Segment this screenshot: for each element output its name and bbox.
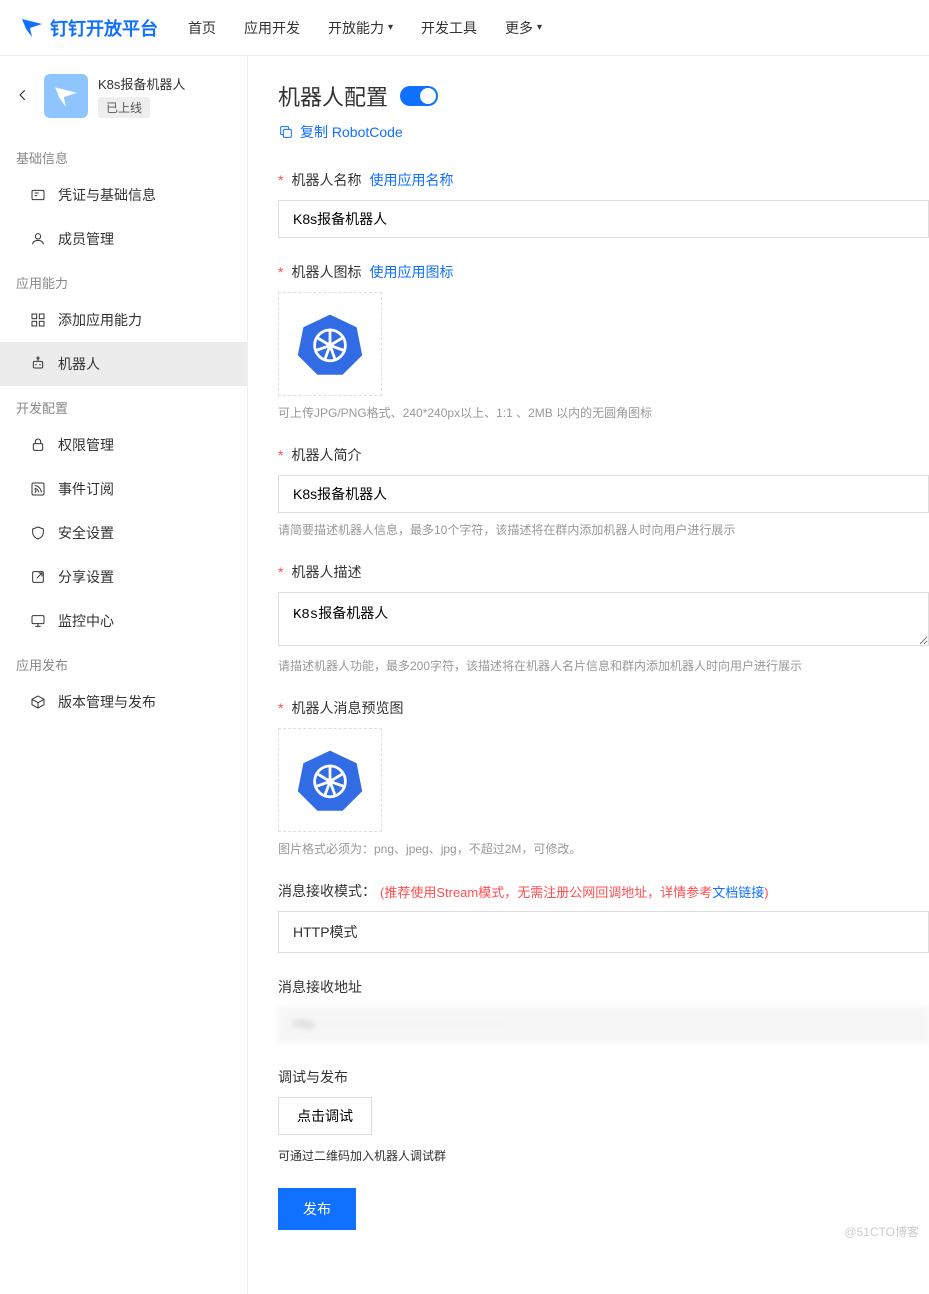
app-status-badge: 已上线 xyxy=(98,97,150,118)
dingtalk-icon xyxy=(20,16,44,40)
grid-icon xyxy=(30,312,46,328)
sidebar-item-label: 版本管理与发布 xyxy=(58,692,156,712)
sidebar-item-perm[interactable]: 权限管理 xyxy=(0,423,247,467)
sidebar-item-version[interactable]: 版本管理与发布 xyxy=(0,680,247,724)
sidebar-item-label: 成员管理 xyxy=(58,229,114,249)
robot-desc-label: 机器人描述 xyxy=(291,562,361,582)
robot-icon xyxy=(30,356,46,372)
nav-dev-tool[interactable]: 开发工具 xyxy=(421,18,477,38)
brand-logo[interactable]: 钉钉开放平台 xyxy=(20,15,158,41)
sidebar-item-label: 分享设置 xyxy=(58,567,114,587)
app-logo-icon xyxy=(53,83,79,109)
sidebar-item-robot[interactable]: 机器人 xyxy=(0,342,247,386)
watermark: @51CTO博客 xyxy=(844,1223,919,1240)
sidebar-item-member[interactable]: 成员管理 xyxy=(0,217,247,261)
robot-icon-label: 机器人图标 xyxy=(291,262,361,282)
top-nav: 钉钉开放平台 首页 应用开发 开放能力▾ 开发工具 更多▾ xyxy=(0,0,929,56)
preview-hint: 图片格式必须为：png、jpeg、jpg，不超过2M，可修改。 xyxy=(278,840,929,857)
preview-image-upload[interactable] xyxy=(278,728,382,832)
k8s-icon xyxy=(295,309,365,379)
package-icon xyxy=(30,694,46,710)
sidebar-section-dev: 开发配置 xyxy=(0,386,247,423)
sidebar-item-credentials[interactable]: 凭证与基础信息 xyxy=(0,173,247,217)
sidebar-item-label: 机器人 xyxy=(58,354,100,374)
required-mark: * xyxy=(278,264,283,280)
enable-toggle[interactable] xyxy=(400,86,438,106)
debug-button[interactable]: 点击调试 xyxy=(278,1097,372,1135)
robot-name-input[interactable] xyxy=(278,200,929,238)
shield-icon xyxy=(30,525,46,541)
user-icon xyxy=(30,231,46,247)
robot-intro-input[interactable] xyxy=(278,475,929,513)
credential-icon xyxy=(30,187,46,203)
doc-link[interactable]: 文档链接 xyxy=(712,885,764,900)
sidebar-item-label: 监控中心 xyxy=(58,611,114,631)
required-mark: * xyxy=(278,564,283,580)
desc-hint: 请描述机器人功能，最多200字符，该描述将在机器人名片信息和群内添加机器人时向用… xyxy=(278,657,929,674)
nav-open-cap[interactable]: 开放能力▾ xyxy=(328,18,393,38)
share-icon xyxy=(30,569,46,585)
monitor-icon xyxy=(30,613,46,629)
nav-home[interactable]: 首页 xyxy=(188,18,216,38)
use-app-icon-link[interactable]: 使用应用图标 xyxy=(369,262,453,282)
sidebar: K8s报备机器人 已上线 基础信息 凭证与基础信息 成员管理 应用能力 添加应用… xyxy=(0,56,248,1294)
brand-name: 钉钉开放平台 xyxy=(50,15,158,41)
k8s-icon xyxy=(295,745,365,815)
robot-intro-label: 机器人简介 xyxy=(291,445,361,465)
app-icon xyxy=(44,74,88,118)
sidebar-section-basic: 基础信息 xyxy=(0,136,247,173)
sidebar-item-monitor[interactable]: 监控中心 xyxy=(0,599,247,643)
chevron-down-icon: ▾ xyxy=(388,22,393,33)
rss-icon xyxy=(30,481,46,497)
addr-label: 消息接收地址 xyxy=(278,977,362,997)
robot-name-label: 机器人名称 xyxy=(291,170,361,190)
robot-preview-label: 机器人消息预览图 xyxy=(291,698,403,718)
back-button[interactable] xyxy=(12,84,34,109)
main-content: 机器人配置 复制 RobotCode * 机器人名称 使用应用名称 * 机器人图… xyxy=(248,56,929,1294)
robot-desc-input[interactable] xyxy=(278,592,929,646)
sidebar-item-label: 添加应用能力 xyxy=(58,310,142,330)
mode-select[interactable]: HTTP模式 xyxy=(278,911,929,953)
debug-label: 调试与发布 xyxy=(278,1067,348,1087)
sidebar-item-security[interactable]: 安全设置 xyxy=(0,511,247,555)
sidebar-item-label: 凭证与基础信息 xyxy=(58,185,156,205)
mode-hint: (推荐使用Stream模式，无需注册公网回调地址，详情参考文档链接) xyxy=(380,882,769,901)
sidebar-item-event[interactable]: 事件订阅 xyxy=(0,467,247,511)
publish-button[interactable]: 发布 xyxy=(278,1188,356,1230)
addr-input-redacted[interactable]: http · · · · · · · · · · · · · · · · · ·… xyxy=(278,1007,929,1043)
sidebar-section-pub: 应用发布 xyxy=(0,643,247,680)
sidebar-item-label: 安全设置 xyxy=(58,523,114,543)
chevron-left-icon xyxy=(16,88,30,102)
required-mark: * xyxy=(278,172,283,188)
robot-icon-upload[interactable] xyxy=(278,292,382,396)
sidebar-item-add-cap[interactable]: 添加应用能力 xyxy=(0,298,247,342)
copy-robotcode-link[interactable]: 复制 RobotCode xyxy=(278,122,929,142)
lock-icon xyxy=(30,437,46,453)
use-app-name-link[interactable]: 使用应用名称 xyxy=(369,170,453,190)
sidebar-section-cap: 应用能力 xyxy=(0,261,247,298)
debug-hint: 可通过二维码加入机器人调试群 xyxy=(278,1147,929,1164)
required-mark: * xyxy=(278,447,283,463)
chevron-down-icon: ▾ xyxy=(537,22,542,33)
icon-hint: 可上传JPG/PNG格式、240*240px以上、1:1 、2MB 以内的无圆角… xyxy=(278,404,929,421)
sidebar-item-label: 权限管理 xyxy=(58,435,114,455)
sidebar-item-label: 事件订阅 xyxy=(58,479,114,499)
copy-icon xyxy=(278,124,294,140)
intro-hint: 请简要描述机器人信息，最多10个字符，该描述将在群内添加机器人时向用户进行展示 xyxy=(278,521,929,538)
app-name: K8s报备机器人 xyxy=(98,74,235,93)
nav-app-dev[interactable]: 应用开发 xyxy=(244,18,300,38)
nav-more[interactable]: 更多▾ xyxy=(505,18,542,38)
required-mark: * xyxy=(278,700,283,716)
sidebar-item-share[interactable]: 分享设置 xyxy=(0,555,247,599)
mode-label: 消息接收模式： xyxy=(278,881,376,901)
page-title: 机器人配置 xyxy=(278,80,388,112)
